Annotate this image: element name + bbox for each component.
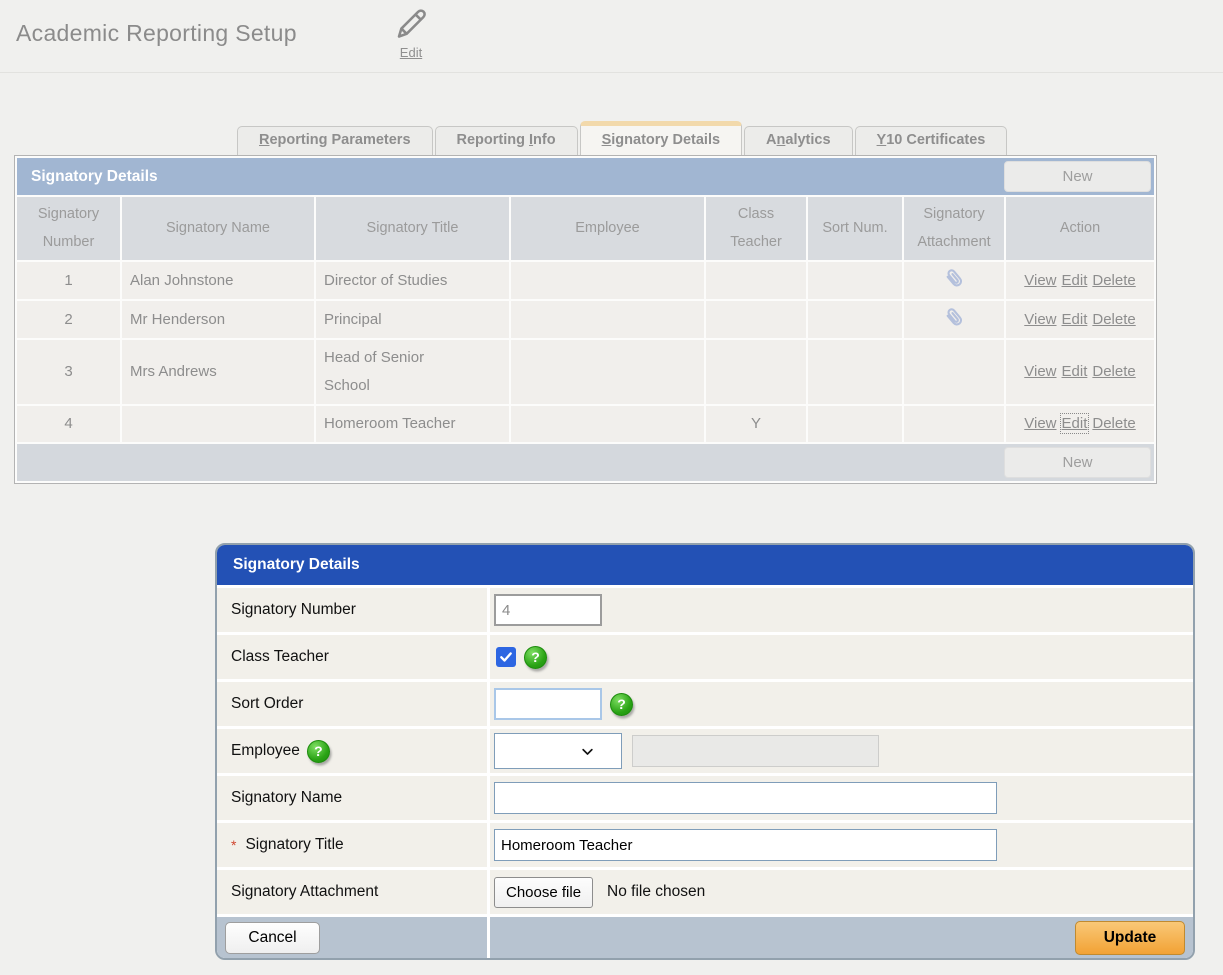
delete-link[interactable]: Delete <box>1092 311 1135 328</box>
delete-link[interactable]: Delete <box>1092 272 1135 289</box>
table-column-header-row: Signatory Number Signatory Name Signator… <box>17 197 1154 260</box>
signatory-number-input[interactable] <box>494 594 602 626</box>
form-row-signatory-attachment: Signatory Attachment Choose file No file… <box>217 870 1193 914</box>
update-button[interactable]: Update <box>1075 921 1185 955</box>
paperclip-icon <box>942 266 967 295</box>
table-row: 1 Alan Johnstone Director of Studies Vie… <box>17 262 1154 299</box>
tab-y10-certificates[interactable]: Y10 Certificates <box>855 126 1008 155</box>
edit-link[interactable]: Edit <box>1062 311 1088 328</box>
employee-name-field <box>632 735 879 767</box>
edit-page-button[interactable]: Edit <box>386 4 436 60</box>
file-status-text: No file chosen <box>607 883 705 901</box>
table-row: 4 Homeroom Teacher Y View Edit Delete <box>17 406 1154 442</box>
top-header-band: Academic Reporting Setup Edit <box>0 0 1223 73</box>
delete-link[interactable]: Delete <box>1092 363 1135 380</box>
cancel-button[interactable]: Cancel <box>225 922 320 954</box>
col-signatory-name: Signatory Name <box>122 197 314 260</box>
table-header-bar: Signatory Details New <box>17 158 1154 195</box>
edit-link[interactable]: Edit <box>1062 272 1088 289</box>
chevron-down-icon <box>580 744 595 759</box>
form-row-employee: Employee ? <box>217 729 1193 773</box>
form-row-signatory-title: * Signatory Title <box>217 823 1193 867</box>
signatory-title-input[interactable] <box>494 829 997 861</box>
table-footer-bar: New <box>17 444 1154 481</box>
col-signatory-attachment: Signatory Attachment <box>904 197 1004 260</box>
form-footer-bar: Cancel Update <box>217 917 1193 958</box>
signatory-table-card: Signatory Details New Signatory Number S… <box>14 155 1157 484</box>
edit-link[interactable]: Edit <box>1062 363 1088 380</box>
form-row-signatory-name: Signatory Name <box>217 776 1193 820</box>
tab-bar: Reporting Parameters Reporting Info Sign… <box>237 121 1007 155</box>
col-action: Action <box>1006 197 1154 260</box>
view-link[interactable]: View <box>1024 415 1056 432</box>
col-signatory-title: Signatory Title <box>316 197 509 260</box>
col-signatory-number: Signatory Number <box>17 197 120 260</box>
form-header-bar: Signatory Details <box>217 545 1193 585</box>
paperclip-icon <box>942 305 967 334</box>
table-row: 3 Mrs Andrews Head of Senior School View… <box>17 340 1154 404</box>
signatory-name-input[interactable] <box>494 782 997 814</box>
new-signatory-button-top[interactable]: New <box>1004 161 1151 192</box>
view-link[interactable]: View <box>1024 272 1056 289</box>
employee-select[interactable] <box>494 733 622 769</box>
sort-order-input[interactable] <box>494 688 602 720</box>
tab-reporting-info[interactable]: Reporting Info <box>435 126 578 155</box>
tab-analytics[interactable]: Analytics <box>744 126 853 155</box>
tab-reporting-parameters[interactable]: Reporting Parameters <box>237 126 433 155</box>
new-signatory-button-bottom[interactable]: New <box>1004 447 1151 478</box>
col-employee: Employee <box>511 197 704 260</box>
required-asterisk: * <box>231 837 236 853</box>
view-link[interactable]: View <box>1024 363 1056 380</box>
signatory-details-form: Signatory Details Signatory Number Class… <box>215 543 1195 960</box>
page-title: Academic Reporting Setup <box>16 20 297 47</box>
help-icon[interactable]: ? <box>610 693 633 716</box>
table-row: 2 Mr Henderson Principal View Edit Delet… <box>17 301 1154 338</box>
help-icon[interactable]: ? <box>307 740 330 763</box>
view-link[interactable]: View <box>1024 311 1056 328</box>
choose-file-button[interactable]: Choose file <box>494 877 593 908</box>
form-title: Signatory Details <box>217 556 360 574</box>
form-row-sort-order: Sort Order ? <box>217 682 1193 726</box>
edit-link-label[interactable]: Edit <box>386 45 436 60</box>
help-icon[interactable]: ? <box>524 646 547 669</box>
col-class-teacher: Class Teacher <box>706 197 806 260</box>
class-teacher-checkbox[interactable] <box>496 647 516 667</box>
form-row-signatory-number: Signatory Number <box>217 588 1193 632</box>
form-row-class-teacher: Class Teacher ? <box>217 635 1193 679</box>
tab-signatory-details[interactable]: Signatory Details <box>580 121 742 155</box>
pencil-icon <box>393 29 429 46</box>
col-sort-num: Sort Num. <box>808 197 902 260</box>
delete-link[interactable]: Delete <box>1092 415 1135 432</box>
table-title: Signatory Details <box>17 168 158 186</box>
edit-link-focused[interactable]: Edit <box>1062 415 1088 432</box>
